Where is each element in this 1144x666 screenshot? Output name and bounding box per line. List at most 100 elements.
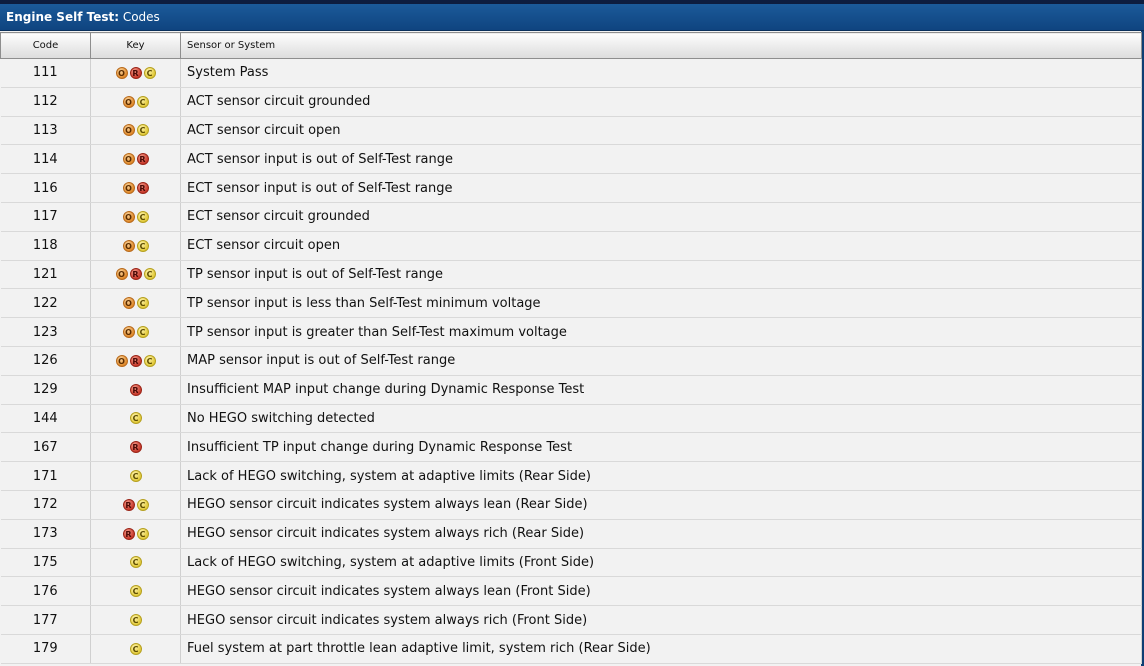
- key-r-icon: R: [129, 383, 142, 396]
- code-cell: 112: [0, 87, 91, 117]
- description-cell: MAP sensor input is out of Self-Test ran…: [180, 346, 1142, 376]
- code-cell: 129: [0, 375, 91, 405]
- key-cell: OC: [90, 116, 181, 146]
- table-row[interactable]: 179 C Fuel system at part throttle lean ad…: [0, 634, 1142, 664]
- column-header-key[interactable]: Key: [90, 32, 181, 59]
- key-c-icon: C: [129, 642, 142, 655]
- key-r-icon: R: [122, 498, 135, 511]
- table-row[interactable]: 129 R Insufficient MAP input change during…: [0, 375, 1142, 405]
- key-cell: R: [90, 375, 181, 405]
- key-c-icon: C: [136, 297, 149, 310]
- code-cell: 122: [0, 288, 91, 319]
- key-c-icon: C: [143, 66, 156, 79]
- key-cell: C: [90, 404, 181, 434]
- description-cell: ECT sensor input is out of Self-Test ran…: [180, 173, 1142, 203]
- key-r-icon: R: [129, 354, 142, 367]
- key-c-icon: C: [129, 614, 142, 627]
- key-cell: OC: [90, 87, 181, 117]
- description-cell: HEGO sensor circuit indicates system alw…: [180, 576, 1142, 607]
- key-cell: C: [90, 548, 181, 578]
- key-cell: OC: [90, 317, 181, 347]
- key-cell: C: [90, 634, 181, 664]
- key-c-icon: C: [143, 354, 156, 367]
- key-c-icon: C: [136, 326, 149, 339]
- key-o-icon: O: [122, 326, 135, 339]
- code-cell: 175: [0, 548, 91, 578]
- description-cell: TP sensor input is out of Self-Test rang…: [180, 260, 1142, 290]
- description-cell: System Pass: [180, 58, 1142, 88]
- table-row[interactable]: 112 O C ACT sensor circuit grounded: [0, 87, 1142, 117]
- table-row[interactable]: 121 O R C TP sensor input is out of Self-Tes…: [0, 260, 1142, 290]
- code-cell: 177: [0, 605, 91, 635]
- table-row[interactable]: 123 O C TP sensor input is greater than Sel…: [0, 317, 1142, 347]
- key-c-icon: C: [136, 498, 149, 511]
- table-row[interactable]: 114 O R ACT sensor input is out of Self-Tes…: [0, 144, 1142, 175]
- description-cell: ACT sensor circuit open: [180, 116, 1142, 146]
- code-cell: 126: [0, 346, 91, 376]
- table-row[interactable]: 177 C HEGO sensor circuit indicates system…: [0, 605, 1142, 635]
- key-r-icon: R: [129, 441, 142, 454]
- table-row[interactable]: 122 O C TP sensor input is less than Self-T…: [0, 288, 1142, 319]
- table-row[interactable]: 171 C Lack of HEGO switching, system at ad…: [0, 461, 1142, 491]
- table-row[interactable]: 113 O C ACT sensor circuit open: [0, 116, 1142, 146]
- table-row[interactable]: 172 R C HEGO sensor circuit indicates syste…: [0, 490, 1142, 520]
- table-row[interactable]: 144 C No HEGO switching detected: [0, 404, 1142, 434]
- description-cell: HEGO sensor circuit indicates system alw…: [180, 519, 1142, 549]
- key-cell: ORC: [90, 260, 181, 290]
- table-row[interactable]: 176 C HEGO sensor circuit indicates system…: [0, 576, 1142, 607]
- key-o-icon: O: [115, 66, 128, 79]
- code-cell: 116: [0, 173, 91, 203]
- key-cell: OR: [90, 173, 181, 203]
- key-cell: RC: [90, 490, 181, 520]
- key-cell: C: [90, 605, 181, 635]
- code-cell: 179: [0, 634, 91, 664]
- key-cell: C: [90, 576, 181, 607]
- table-row[interactable]: 167 R Insufficient TP input change during …: [0, 432, 1142, 463]
- table-row[interactable]: 116 O R ECT sensor input is out of Self-Tes…: [0, 173, 1142, 203]
- key-o-icon: O: [122, 210, 135, 223]
- key-cell: RC: [90, 519, 181, 549]
- key-r-icon: R: [129, 268, 142, 281]
- key-o-icon: O: [122, 153, 135, 166]
- codes-table: Code Key Sensor or System 111 O R C System P…: [0, 32, 1142, 664]
- window-title-bold: Engine Self Test:: [6, 10, 120, 24]
- code-cell: 176: [0, 576, 91, 607]
- key-c-icon: C: [143, 268, 156, 281]
- column-header-code[interactable]: Code: [0, 32, 91, 59]
- key-cell: OC: [90, 202, 181, 232]
- code-cell: 114: [0, 144, 91, 175]
- description-cell: ECT sensor circuit grounded: [180, 202, 1142, 232]
- description-cell: TP sensor input is less than Self-Test m…: [180, 288, 1142, 319]
- key-o-icon: O: [122, 297, 135, 310]
- description-cell: HEGO sensor circuit indicates system alw…: [180, 490, 1142, 520]
- table-row[interactable]: 126 O R C MAP sensor input is out of Self-Te…: [0, 346, 1142, 376]
- key-c-icon: C: [129, 556, 142, 569]
- code-cell: 144: [0, 404, 91, 434]
- key-c-icon: C: [136, 239, 149, 252]
- key-r-icon: R: [136, 153, 149, 166]
- key-o-icon: O: [122, 95, 135, 108]
- key-o-icon: O: [115, 354, 128, 367]
- table-row[interactable]: 173 R C HEGO sensor circuit indicates syste…: [0, 519, 1142, 549]
- key-o-icon: O: [115, 268, 128, 281]
- code-cell: 111: [0, 58, 91, 88]
- table-row[interactable]: 175 C Lack of HEGO switching, system at ad…: [0, 548, 1142, 578]
- column-header-sensor[interactable]: Sensor or System: [180, 32, 1142, 59]
- description-cell: HEGO sensor circuit indicates system alw…: [180, 605, 1142, 635]
- key-o-icon: O: [122, 124, 135, 137]
- table-row[interactable]: 117 O C ECT sensor circuit grounded: [0, 202, 1142, 232]
- key-o-icon: O: [122, 182, 135, 195]
- key-c-icon: C: [136, 95, 149, 108]
- codes-table-body: 111 O R C System Pass 112 O C ACT sensor circuit…: [0, 58, 1142, 664]
- code-cell: 118: [0, 231, 91, 261]
- code-cell: 113: [0, 116, 91, 146]
- key-cell: C: [90, 461, 181, 491]
- description-cell: Insufficient MAP input change during Dyn…: [180, 375, 1142, 405]
- code-cell: 117: [0, 202, 91, 232]
- table-row[interactable]: 118 O C ECT sensor circuit open: [0, 231, 1142, 261]
- key-o-icon: O: [122, 239, 135, 252]
- window-title-bar: Engine Self Test: Codes: [0, 4, 1144, 31]
- key-cell: OC: [90, 288, 181, 319]
- key-c-icon: C: [136, 210, 149, 223]
- table-row[interactable]: 111 O R C System Pass: [0, 58, 1142, 88]
